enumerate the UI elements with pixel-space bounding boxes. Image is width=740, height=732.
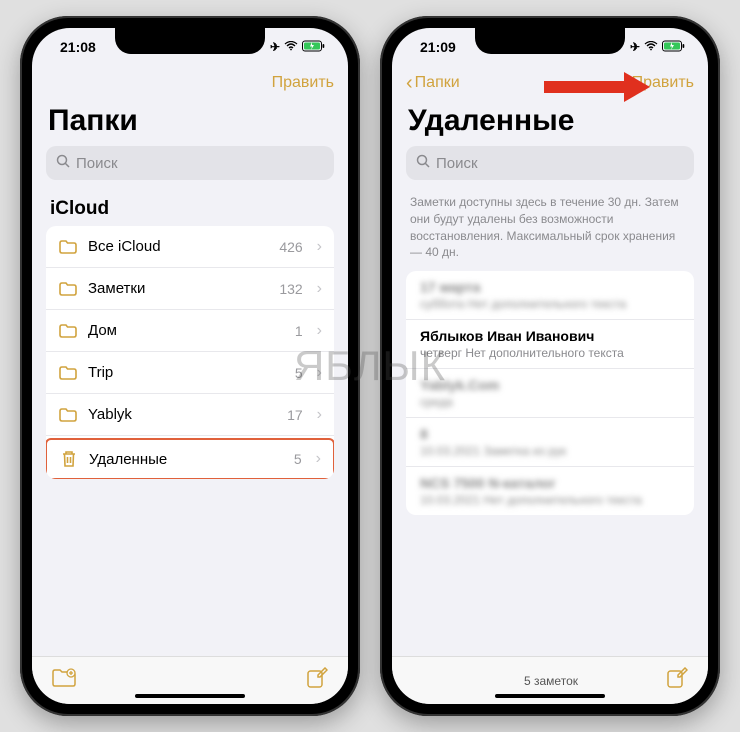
battery-icon	[302, 40, 326, 55]
notch	[475, 28, 625, 54]
notes-count: 5 заметок	[524, 674, 578, 688]
folder-count: 1	[295, 323, 303, 339]
section-header-icloud: iCloud	[32, 190, 348, 226]
folder-count: 132	[279, 281, 302, 297]
folder-label: Все iCloud	[88, 238, 269, 255]
folder-icon	[58, 282, 78, 296]
chevron-right-icon: ›	[316, 450, 321, 468]
folder-label: Trip	[88, 364, 285, 381]
wifi-icon	[644, 40, 658, 54]
note-subtitle: среда	[420, 395, 680, 409]
folder-count: 5	[294, 451, 302, 467]
folder-row[interactable]: Yablyk 17 ›	[46, 394, 334, 436]
chevron-right-icon: ›	[317, 238, 322, 256]
note-title: Yablyk.Com	[420, 377, 680, 393]
folder-label: Дом	[88, 322, 285, 339]
trash-icon	[59, 450, 79, 468]
deletion-hint: Заметки доступны здесь в течение 30 дн. …	[392, 190, 708, 271]
search-placeholder: Поиск	[76, 155, 118, 172]
back-button[interactable]: ‹ Папки	[406, 72, 460, 95]
phone-left: 21:08 ✈︎ Править Папки Поиск iCloud	[20, 16, 360, 716]
status-time: 21:08	[60, 39, 96, 55]
search-placeholder: Поиск	[436, 155, 478, 172]
chevron-right-icon: ›	[317, 322, 322, 340]
airplane-icon: ✈︎	[630, 40, 640, 54]
note-item[interactable]: 17 марта суббота Нет дополнительного тек…	[406, 271, 694, 320]
nav-bar: Править	[32, 66, 348, 100]
edit-button[interactable]: Править	[632, 74, 694, 92]
edit-button[interactable]: Править	[272, 74, 334, 92]
search-input[interactable]: Поиск	[46, 146, 334, 180]
folder-label: Yablyk	[88, 406, 277, 423]
note-subtitle: суббота Нет дополнительного текста	[420, 297, 680, 311]
new-folder-button[interactable]	[52, 668, 76, 694]
note-title: 8	[420, 426, 680, 442]
folder-row[interactable]: Trip 5 ›	[46, 352, 334, 394]
folder-icon	[58, 240, 78, 254]
nav-bar: ‹ Папки Править	[392, 66, 708, 100]
folder-icon	[58, 408, 78, 422]
folder-icon	[58, 366, 78, 380]
back-label: Папки	[415, 74, 460, 92]
folder-label: Заметки	[88, 280, 269, 297]
folder-label: Удаленные	[89, 451, 284, 468]
folder-list: Все iCloud 426 › Заметки 132 › Дом 1 › T…	[46, 226, 334, 479]
chevron-right-icon: ›	[317, 280, 322, 298]
battery-icon	[662, 40, 686, 55]
status-time: 21:09	[420, 39, 456, 55]
home-indicator[interactable]	[495, 694, 605, 698]
note-item[interactable]: NCS 7500 N-каталог 10.03.2021 Нет дополн…	[406, 467, 694, 515]
status-icons: ✈︎	[630, 40, 686, 55]
airplane-icon: ✈︎	[270, 40, 280, 54]
note-title: Яблыков Иван Иванович	[420, 328, 680, 344]
wifi-icon	[284, 40, 298, 54]
chevron-left-icon: ‹	[406, 72, 413, 95]
note-item[interactable]: Яблыков Иван Иванович четверг Нет дополн…	[406, 320, 694, 369]
folder-count: 426	[279, 239, 302, 255]
chevron-right-icon: ›	[317, 364, 322, 382]
folder-count: 17	[287, 407, 303, 423]
search-input[interactable]: Поиск	[406, 146, 694, 180]
folder-count: 5	[295, 365, 303, 381]
folder-icon	[58, 324, 78, 338]
page-title: Папки	[32, 100, 348, 146]
screen-right: 21:09 ✈︎ ‹ Папки Править Удаленные	[392, 28, 708, 704]
compose-button[interactable]	[306, 667, 328, 695]
note-item[interactable]: Yablyk.Com среда	[406, 369, 694, 418]
folder-row[interactable]: Все iCloud 426 ›	[46, 226, 334, 268]
page-title: Удаленные	[392, 100, 708, 146]
status-icons: ✈︎	[270, 40, 326, 55]
chevron-right-icon: ›	[317, 406, 322, 424]
screen-left: 21:08 ✈︎ Править Папки Поиск iCloud	[32, 28, 348, 704]
note-subtitle: четверг Нет дополнительного текста	[420, 346, 680, 360]
folder-row[interactable]: Дом 1 ›	[46, 310, 334, 352]
home-indicator[interactable]	[135, 694, 245, 698]
search-icon	[56, 154, 70, 172]
note-subtitle: 10.03.2021 Заметка из рук	[420, 444, 680, 458]
note-title: 17 марта	[420, 279, 680, 295]
search-icon	[416, 154, 430, 172]
note-subtitle: 10.03.2021 Нет дополнительного текста	[420, 493, 680, 507]
note-item[interactable]: 8 10.03.2021 Заметка из рук	[406, 418, 694, 467]
note-title: NCS 7500 N-каталог	[420, 475, 680, 491]
compose-button[interactable]	[666, 667, 688, 695]
folder-row[interactable]: Заметки 132 ›	[46, 268, 334, 310]
phone-right: 21:09 ✈︎ ‹ Папки Править Удаленные	[380, 16, 720, 716]
notes-list: 17 марта суббота Нет дополнительного тек…	[406, 271, 694, 515]
folder-row-deleted[interactable]: Удаленные 5 ›	[46, 438, 334, 479]
notch	[115, 28, 265, 54]
